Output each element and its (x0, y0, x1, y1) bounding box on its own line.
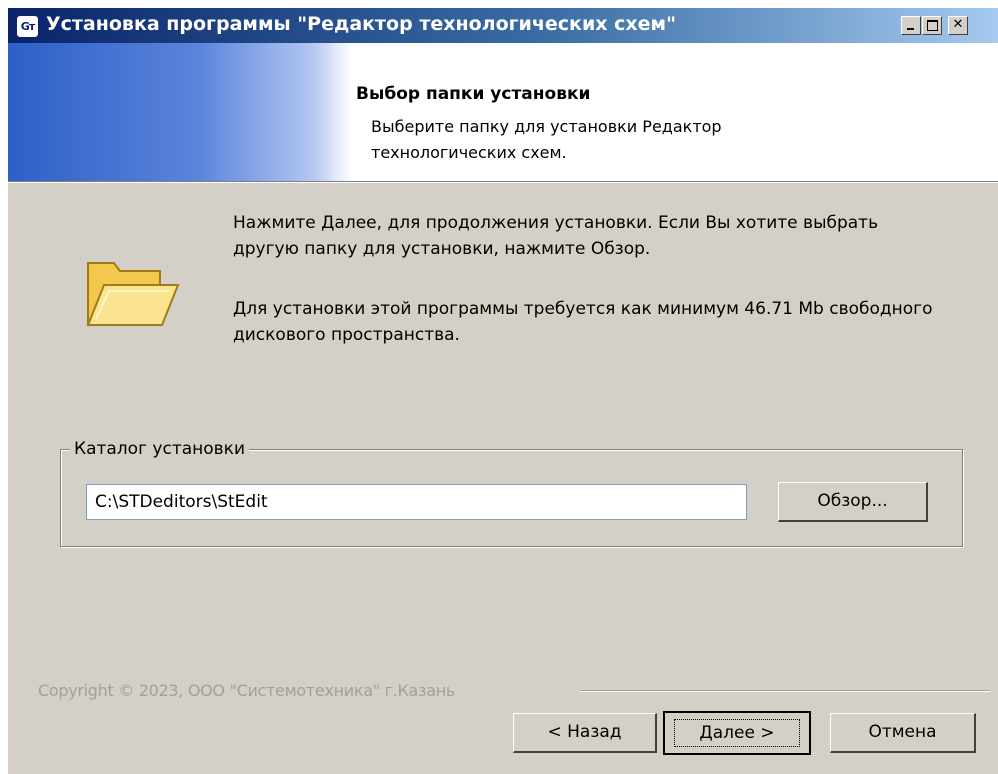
cancel-button[interactable]: Отмена (830, 713, 976, 753)
installer-window: Gт Установка программы "Редактор техноло… (8, 8, 998, 774)
next-button-label: Далее > (674, 719, 800, 747)
back-button[interactable]: < Назад (513, 713, 657, 753)
maximize-button[interactable] (922, 16, 942, 35)
space-required-text: Для установки этой программы требуется к… (233, 299, 933, 345)
page-subtitle: Выберите папку для установки Редактор те… (371, 117, 722, 162)
browse-button[interactable]: Обзор... (778, 482, 928, 522)
next-button[interactable]: Далее > (663, 711, 811, 755)
minimize-button[interactable] (901, 16, 921, 35)
footer-divider (580, 690, 990, 691)
install-dir-label: Каталог установки (70, 439, 249, 459)
page-title: Выбор папки установки (356, 84, 591, 104)
close-button[interactable]: ✕ (948, 16, 968, 35)
install-path-input[interactable] (86, 484, 747, 520)
copyright-text: Copyright © 2023, ООО "Системотехника" г… (38, 681, 456, 700)
header-divider (8, 182, 998, 183)
title-bar[interactable]: Gт Установка программы "Редактор техноло… (8, 8, 998, 43)
header-banner (8, 43, 353, 181)
window-title: Установка программы "Редактор технологич… (46, 13, 676, 35)
folder-icon (86, 262, 180, 326)
instruction-text: Нажмите Далее, для продолжения установки… (233, 213, 879, 259)
app-icon: Gт (16, 15, 39, 38)
